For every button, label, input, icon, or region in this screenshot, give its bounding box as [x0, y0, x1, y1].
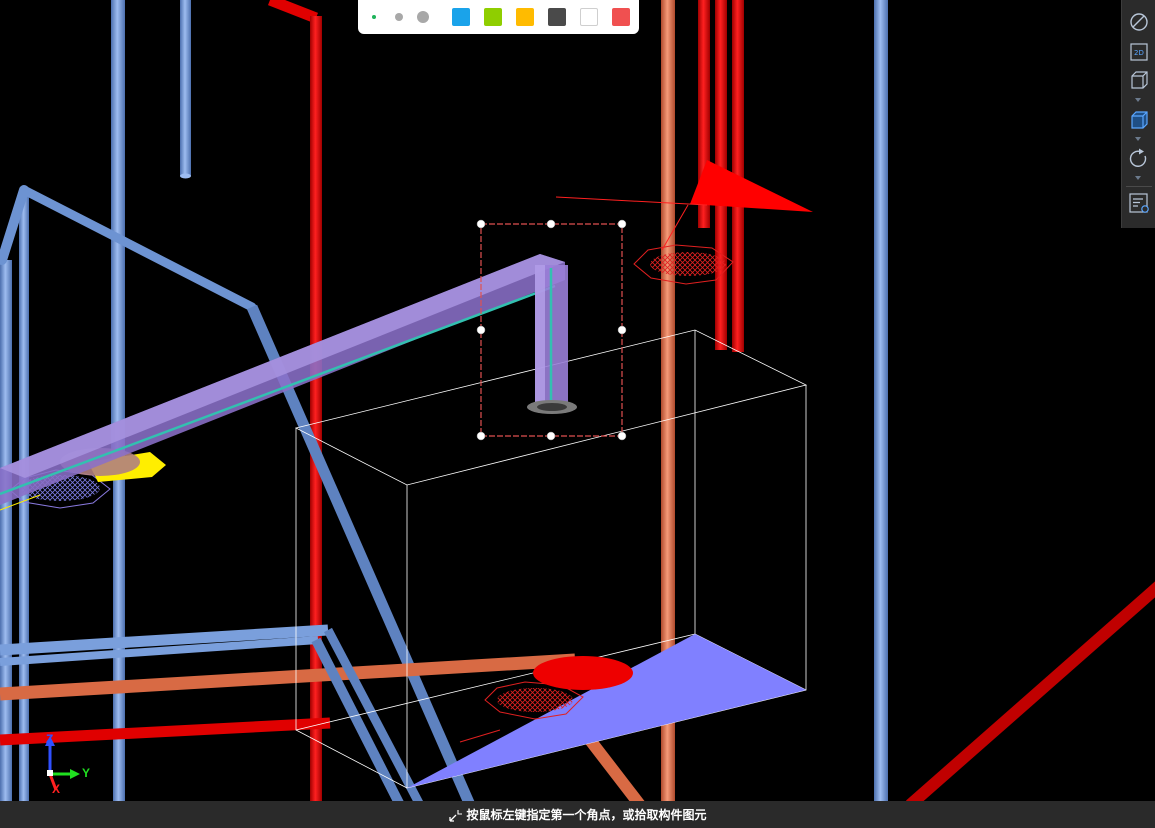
handle-top [546, 219, 556, 229]
handle-right [617, 325, 627, 335]
axis-y-label: Y [82, 766, 91, 780]
color-swatch-red[interactable] [612, 8, 630, 26]
view-shaded-dropdown-arrow[interactable] [1135, 137, 1141, 141]
view-2d-label: 2D [1134, 49, 1144, 57]
orbit-icon[interactable] [1127, 10, 1151, 34]
line-width-medium-button[interactable] [389, 7, 409, 27]
handle-bottom-left [476, 431, 486, 441]
color-swatch-white[interactable] [580, 8, 598, 26]
color-swatch-blue[interactable] [452, 8, 470, 26]
axis-gizmo: Z Y X [40, 732, 100, 796]
line-width-thick-button[interactable] [414, 7, 434, 27]
thick-dot-icon [417, 11, 429, 23]
toolbar-divider [1126, 186, 1152, 187]
color-swatch-green[interactable] [484, 8, 502, 26]
select-cursor-icon [448, 808, 463, 822]
purple-duct[interactable] [0, 254, 577, 505]
view-3d-dropdown-arrow[interactable] [1135, 98, 1141, 102]
rotate-icon[interactable] [1127, 147, 1151, 171]
axis-z-label: Z [46, 732, 54, 746]
handle-left [476, 325, 486, 335]
handle-bottom-right [617, 431, 627, 441]
status-bar: 按鼠标左键指定第一个角点，或拾取构件图元 [0, 801, 1155, 828]
view-3d-box-icon[interactable] [1127, 68, 1151, 92]
status-prompt-text: 按鼠标左键指定第一个角点，或拾取构件图元 [466, 808, 707, 822]
color-swatch-dark-gray[interactable] [548, 8, 566, 26]
color-swatch-yellow[interactable] [516, 8, 534, 26]
view-toolbar: 2D [1121, 0, 1155, 228]
medium-dot-icon [395, 13, 403, 21]
view-2d-icon[interactable]: 2D [1127, 40, 1151, 64]
line-width-thin-button[interactable] [364, 7, 384, 27]
properties-panel-icon[interactable] [1127, 191, 1151, 215]
red-diagonal-pipe[interactable] [906, 581, 1155, 810]
model-scene[interactable] [0, 0, 1155, 828]
annotation-color-toolbar [358, 0, 639, 34]
red-flag-marker[interactable] [555, 160, 813, 251]
handle-top-right [617, 219, 627, 229]
view-3d-shaded-icon[interactable] [1127, 108, 1151, 132]
thin-dot-icon [372, 15, 376, 19]
handle-top-left [476, 219, 486, 229]
axis-x-label: X [52, 782, 61, 796]
3d-viewport[interactable]: Z Y X [0, 0, 1155, 828]
handle-bottom [546, 431, 556, 441]
rotate-dropdown-arrow[interactable] [1135, 176, 1141, 180]
